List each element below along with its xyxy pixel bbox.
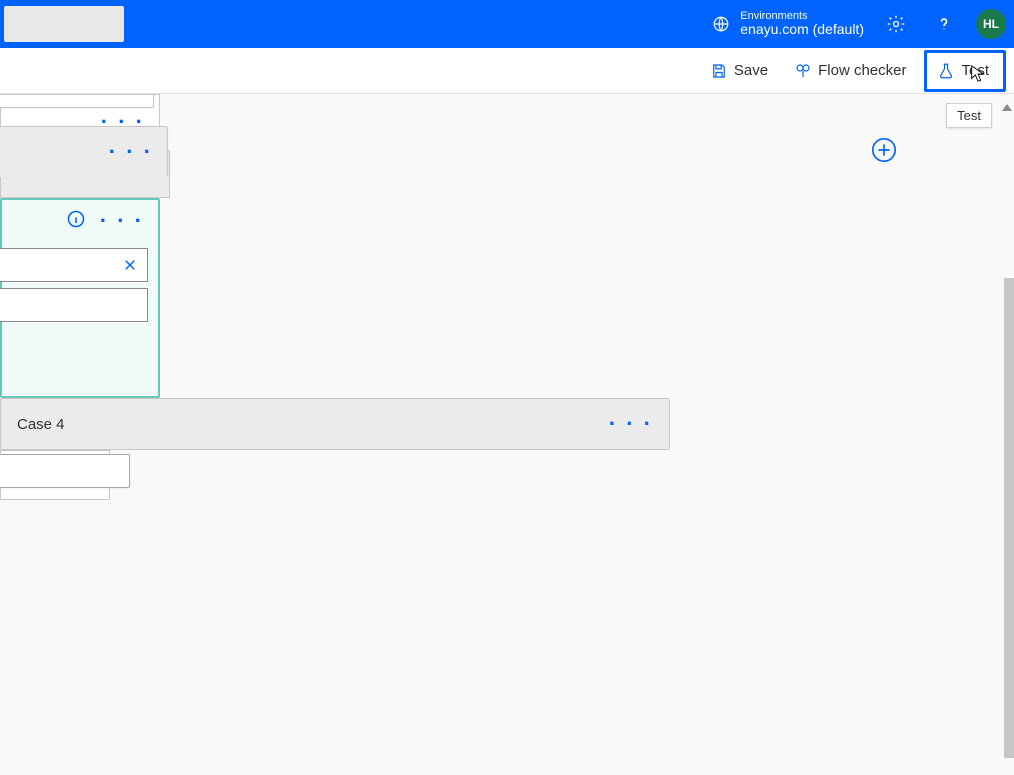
add-case-button[interactable] [870, 136, 898, 164]
user-avatar[interactable]: HL [976, 9, 1006, 39]
search-placeholder-box[interactable] [4, 6, 124, 42]
more-menu-icon[interactable] [100, 216, 144, 226]
test-tooltip: Test [946, 103, 992, 128]
partial-card-top-edge [0, 94, 154, 108]
app-header-bar: Environments enayu.com (default) HL [0, 0, 1014, 48]
info-icon[interactable] [66, 209, 86, 234]
environment-value: enayu.com (default) [740, 22, 864, 37]
environment-picker[interactable]: Environments enayu.com (default) [712, 10, 864, 37]
test-label: Test [961, 62, 989, 79]
more-menu-icon[interactable] [109, 147, 153, 157]
partial-switch-case-card[interactable] [0, 126, 168, 176]
test-button[interactable]: Test [924, 50, 1006, 92]
help-icon[interactable] [928, 8, 960, 40]
settings-gear-icon[interactable] [880, 8, 912, 40]
save-label: Save [734, 62, 768, 79]
flow-checker-button[interactable]: Flow checker [786, 53, 914, 89]
vertical-scrollbar[interactable] [1004, 98, 1014, 775]
dynamic-content-card[interactable] [0, 198, 160, 398]
tooltip-text: Test [957, 108, 981, 123]
header-right-cluster: Environments enayu.com (default) HL [712, 0, 1006, 48]
flow-command-bar: Save Flow checker Test Test [0, 48, 1014, 94]
globe-icon [712, 15, 730, 33]
case-4-card[interactable]: Case 4 [0, 398, 670, 450]
case-4-title: Case 4 [17, 416, 65, 433]
scroll-up-arrow-icon[interactable] [1002, 104, 1012, 111]
more-menu-icon[interactable] [609, 419, 653, 429]
avatar-initials: HL [983, 17, 999, 31]
scroll-thumb[interactable] [1004, 278, 1014, 758]
close-icon[interactable] [123, 258, 137, 272]
value-input-row[interactable] [0, 288, 148, 322]
flow-checker-label: Flow checker [818, 62, 906, 79]
token-chip-row[interactable] [0, 248, 148, 282]
flow-designer-canvas[interactable]: Case 4 Default [0, 94, 1014, 775]
save-button[interactable]: Save [702, 53, 776, 89]
environment-label: Environments [740, 10, 864, 22]
partial-text-input[interactable] [0, 454, 130, 488]
